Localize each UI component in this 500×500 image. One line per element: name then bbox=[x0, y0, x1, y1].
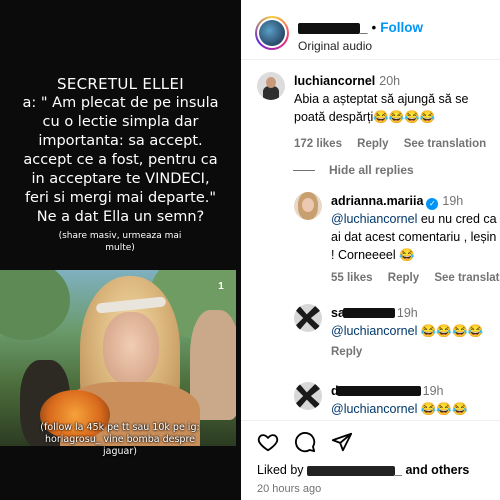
commenter-avatar[interactable] bbox=[294, 192, 322, 220]
replies-rule bbox=[293, 170, 315, 172]
post-timestamp[interactable]: 20 hours ago bbox=[257, 483, 321, 495]
overlay-line: accept ce a fost, pentru ca bbox=[23, 152, 218, 168]
redacted-username[interactable] bbox=[298, 22, 360, 34]
author-line: _ • Follow bbox=[298, 20, 423, 35]
overlay-line: cu o lectie simpla dar bbox=[42, 114, 199, 130]
comments-panel: _ • Follow Original audio luchiancornel 20h… bbox=[241, 0, 500, 500]
overlay-line: importanta: sa accept. bbox=[38, 133, 203, 149]
mention-link[interactable]: @luchiancornel bbox=[331, 212, 417, 226]
comment-likes[interactable]: 172 likes bbox=[294, 138, 342, 150]
comment-time[interactable]: 19h bbox=[442, 194, 463, 208]
liked-by-line: Liked by _ and others bbox=[257, 463, 470, 477]
author-username-tail[interactable]: _ bbox=[360, 20, 368, 35]
video-caption: (follow la 45k pe tt sau 10k pe ig: hori… bbox=[40, 422, 200, 457]
liked-others-link[interactable]: and others bbox=[405, 463, 469, 477]
post-header: _ • Follow Original audio bbox=[241, 0, 500, 60]
see-translation-link[interactable]: See translation bbox=[434, 272, 500, 284]
overlay-line: Ne a dat Ella un semn? bbox=[36, 209, 205, 225]
post-actions: Liked by _ and others 20 hours ago bbox=[241, 420, 500, 500]
reply-button[interactable]: Reply bbox=[331, 346, 362, 358]
reply-button[interactable]: Reply bbox=[357, 138, 388, 150]
commenter-avatar[interactable] bbox=[294, 304, 322, 332]
author-avatar[interactable] bbox=[255, 16, 289, 50]
commenter-username[interactable]: adrianna.mariia bbox=[331, 194, 423, 208]
comment-meta: 55 likes Reply See translation bbox=[331, 272, 500, 284]
header-separator: • bbox=[371, 20, 377, 35]
overlay-line: in acceptare te VINDECI, bbox=[31, 171, 210, 187]
comment-meta: Reply bbox=[331, 346, 497, 358]
comment-body: 😂😂😂 bbox=[417, 402, 468, 416]
share-icon[interactable] bbox=[331, 431, 353, 453]
redacted-username[interactable] bbox=[307, 465, 396, 476]
hide-replies-toggle[interactable]: Hide all replies bbox=[293, 163, 414, 177]
see-translation-link[interactable]: See translation bbox=[404, 138, 486, 150]
overlay-quote: a: " Am plecat de pe insula cu o lectie … bbox=[0, 94, 241, 227]
comment-body: 😂😂😂😂 bbox=[417, 324, 484, 338]
video-overlay-text: SECRETUL ELLEI a: " Am plecat de pe insu… bbox=[0, 74, 241, 254]
comment-likes[interactable]: 55 likes bbox=[331, 272, 373, 284]
mention-link[interactable]: @luchiancornel bbox=[331, 402, 417, 416]
mention-link[interactable]: @luchiancornel bbox=[331, 324, 417, 338]
hide-replies-label[interactable]: Hide all replies bbox=[329, 163, 414, 177]
comment-icon[interactable] bbox=[294, 431, 316, 453]
comment-text: @luchiancornel eu nu cred ca ai dat aces… bbox=[331, 210, 497, 264]
comment-text: Abia a așteptat să ajungă să se poată de… bbox=[294, 92, 469, 124]
original-audio-link[interactable]: Original audio bbox=[298, 39, 372, 53]
comment-text: @luchiancornel 😂😂😂😂 bbox=[331, 322, 497, 340]
reply-button[interactable]: Reply bbox=[388, 272, 419, 284]
commenter-avatar[interactable] bbox=[294, 382, 322, 410]
comment-time[interactable]: 20h bbox=[379, 74, 400, 88]
liked-by-prefix: Liked by bbox=[257, 463, 304, 477]
comment-time[interactable]: 19h bbox=[397, 306, 418, 320]
overlay-note: (share masiv, urmeaza mai multe) bbox=[58, 231, 182, 253]
comment-meta: 172 likes Reply See translation bbox=[294, 138, 494, 150]
heart-icon[interactable] bbox=[257, 431, 279, 453]
reel-video[interactable]: SECRETUL ELLEI a: " Am plecat de pe insu… bbox=[0, 0, 241, 500]
follow-button[interactable]: Follow bbox=[380, 20, 423, 35]
commenter-avatar[interactable] bbox=[257, 72, 285, 100]
verified-badge-icon: ✓ bbox=[426, 198, 439, 210]
redacted-username[interactable] bbox=[336, 385, 421, 396]
overlay-line: a: " Am plecat de pe insula bbox=[22, 95, 219, 111]
channel-logo: 1 bbox=[218, 281, 224, 292]
comment-time[interactable]: 19h bbox=[423, 384, 444, 398]
video-frame-image: 1 bbox=[0, 270, 236, 446]
commenter-username[interactable]: luchiancornel bbox=[294, 74, 375, 88]
overlay-title: SECRETUL ELLEI bbox=[57, 75, 184, 93]
comment-text: @luchiancornel 😂😂😂 bbox=[331, 400, 497, 418]
overlay-line: feri si mergi mai departe." bbox=[24, 190, 217, 206]
redacted-username[interactable] bbox=[342, 307, 395, 318]
